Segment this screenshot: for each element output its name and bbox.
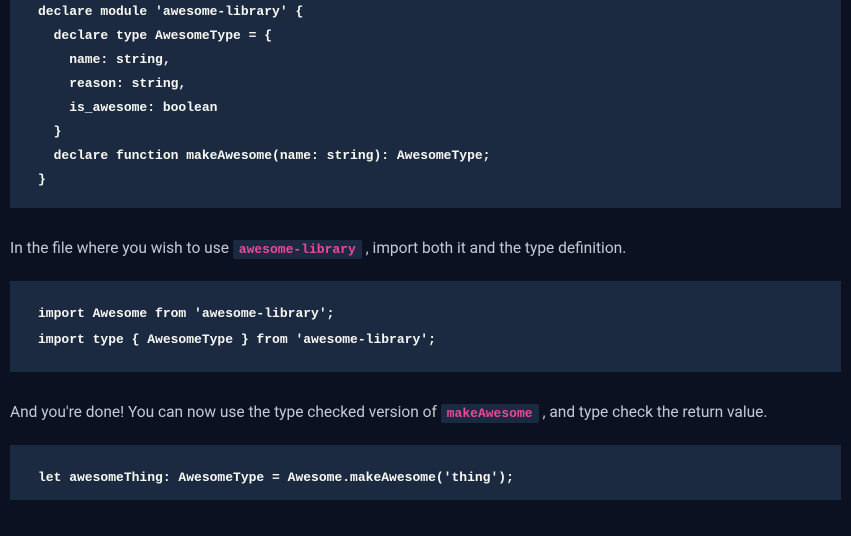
prose-text: , import both it and the type definition…	[366, 239, 627, 257]
inline-code-function-name: makeAwesome	[441, 404, 539, 423]
paragraph-import-instruction: In the file where you wish to use awesom…	[10, 236, 841, 261]
code-block-import: import Awesome from 'awesome-library'; i…	[10, 281, 841, 372]
prose-text: And you're done! You can now use the typ…	[10, 403, 441, 421]
prose-text: In the file where you wish to use	[10, 239, 233, 257]
code-block-module-declaration: declare module 'awesome-library' { decla…	[10, 0, 841, 208]
inline-code-library-name: awesome-library	[233, 240, 362, 259]
paragraph-done-instruction: And you're done! You can now use the typ…	[10, 400, 841, 425]
prose-text: , and type check the return value.	[542, 403, 767, 421]
code-block-usage: let awesomeThing: AwesomeType = Awesome.…	[10, 445, 841, 500]
